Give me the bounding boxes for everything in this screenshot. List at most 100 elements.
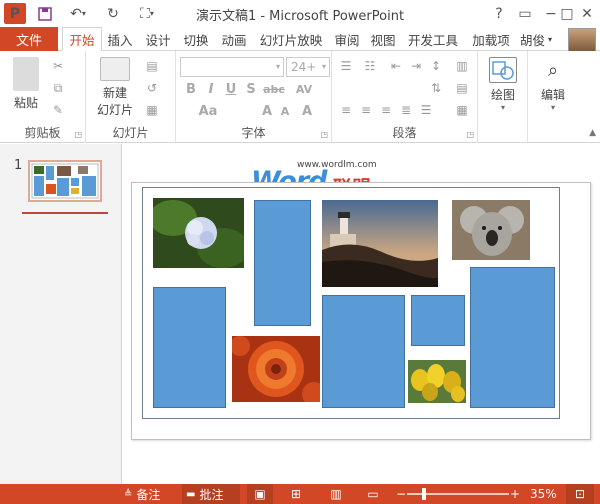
font-size-value: 24+ (291, 60, 317, 74)
ribbon-options-icon: ▭ (518, 5, 532, 22)
grow-font-button[interactable]: A (258, 103, 276, 121)
photo-chrysanthemum[interactable] (232, 336, 320, 402)
shadow-button[interactable]: S (242, 81, 260, 99)
align-right-icon[interactable]: ≡ (378, 103, 394, 117)
decrease-indent-icon[interactable]: ⇤ (388, 59, 404, 73)
character-spacing-button[interactable]: AV (292, 81, 316, 99)
bold-button[interactable]: B (182, 81, 200, 99)
reading-view-icon: ▥ (330, 487, 342, 501)
columns-icon[interactable]: ▥ (454, 59, 470, 73)
tab-addins[interactable]: 加载项 (468, 27, 514, 51)
editing-button[interactable]: ⌕ 编辑 ▾ (534, 57, 572, 113)
format-painter-icon[interactable]: ✎ (50, 103, 66, 117)
view-slideshow-button[interactable]: ▭ (362, 484, 384, 504)
tab-transitions[interactable]: 切换 (180, 27, 212, 51)
photo-hydrangea[interactable] (153, 198, 244, 268)
group-paragraph: ☰ ☷ ⇤ ⇥ ↕ ▥ ⇅ ▤ ≡ ≡ ≡ ≣ ☰ ▦ 段落 ◳ (332, 51, 478, 143)
group-font: ▾ 24+ ▾ B I U S abc AV Aa A A A 字体 ◳ (176, 51, 332, 143)
zoom-out-button[interactable]: − (395, 484, 407, 504)
picture-placeholder[interactable] (411, 295, 465, 346)
ribbon: 粘贴 ✂ ⧉ ✎ 剪贴板 ◳ 新建 幻灯片 ▤ ↺ ▦ 幻灯片 ▾ 24+ ▾ B… (0, 51, 600, 143)
align-left-icon[interactable]: ≡ (338, 103, 354, 117)
clear-formatting-button[interactable]: A (298, 103, 316, 121)
bullets-icon[interactable]: ☰ (338, 59, 354, 73)
photo-tulips[interactable] (408, 360, 466, 403)
layout-icon[interactable]: ▤ (144, 59, 160, 73)
picture-placeholder[interactable] (254, 200, 311, 326)
copy-icon[interactable]: ⧉ (50, 81, 66, 95)
photo-koala[interactable] (452, 200, 530, 260)
user-name-label: 胡俊 (520, 32, 546, 48)
notes-button[interactable]: ≜ 备注 (124, 484, 176, 504)
slide-edit-pane: www.wordlm.com Word 联盟 (123, 144, 600, 484)
window-title: 演示文稿1 - Microsoft PowerPoint (195, 9, 405, 24)
tab-view[interactable]: 视图 (368, 27, 398, 51)
tab-home[interactable]: 开始 (62, 27, 102, 52)
save-button[interactable] (34, 3, 56, 24)
font-launcher-icon[interactable]: ◳ (320, 130, 328, 139)
help-button[interactable]: ? (488, 3, 510, 24)
maximize-button[interactable]: □ (556, 3, 578, 24)
undo-button[interactable]: ↶ ▾ (64, 3, 92, 24)
fit-slide-button[interactable]: ⊡ (566, 484, 594, 504)
redo-button[interactable]: ↻ (102, 3, 124, 24)
user-account-name[interactable]: 胡俊 ▾ (520, 27, 552, 51)
align-center-icon[interactable]: ≡ (358, 103, 374, 117)
smartart-icon[interactable]: ▦ (454, 103, 470, 117)
font-size-combo[interactable]: 24+ ▾ (286, 57, 330, 77)
tab-file[interactable]: 文件 (0, 27, 58, 51)
avatar[interactable] (568, 28, 596, 52)
photo-lighthouse[interactable] (322, 200, 438, 287)
shrink-font-button[interactable]: A (276, 103, 294, 121)
line-spacing-icon[interactable]: ↕ (428, 59, 444, 73)
tab-insert[interactable]: 插入 (104, 27, 136, 51)
redo-icon: ↻ (107, 5, 119, 22)
paste-label: 粘贴 (13, 96, 38, 110)
powerpoint-logo-icon: P (4, 3, 26, 24)
notes-icon: ≜ (124, 488, 133, 500)
collapse-ribbon-icon[interactable]: ▲ (589, 128, 596, 138)
text-direction-icon[interactable]: ⇅ (428, 81, 444, 95)
paste-button[interactable]: 粘贴 (8, 57, 44, 111)
content-placeholder-frame[interactable] (142, 187, 560, 419)
underline-button[interactable]: U (222, 81, 240, 99)
group-label-clipboard: 剪贴板 (24, 126, 61, 140)
clipboard-launcher-icon[interactable]: ◳ (74, 130, 82, 139)
tab-design[interactable]: 设计 (142, 27, 174, 51)
drawing-button[interactable]: 绘图 ▾ (484, 57, 522, 112)
view-reading-button[interactable]: ▥ (325, 484, 347, 504)
font-name-combo[interactable]: ▾ (180, 57, 284, 77)
group-clipboard: 粘贴 ✂ ⧉ ✎ 剪贴板 ◳ (0, 51, 86, 143)
slide-canvas[interactable] (131, 182, 591, 440)
cut-icon[interactable]: ✂ (50, 59, 66, 73)
italic-button[interactable]: I (202, 81, 220, 99)
start-slideshow-button[interactable]: ⛶ ▾ (132, 3, 162, 24)
numbering-icon[interactable]: ☷ (362, 59, 378, 73)
reset-icon[interactable]: ↺ (144, 81, 160, 95)
picture-placeholder[interactable] (470, 267, 555, 408)
new-slide-button[interactable]: 新建 幻灯片 (90, 57, 140, 118)
close-button[interactable]: ✕ (576, 3, 598, 24)
paragraph-launcher-icon[interactable]: ◳ (466, 130, 474, 139)
increase-indent-icon[interactable]: ⇥ (408, 59, 424, 73)
comments-button[interactable]: ▬ 批注 (182, 484, 240, 504)
strikethrough-button[interactable]: abc (260, 81, 288, 99)
zoom-slider-thumb[interactable] (422, 488, 426, 500)
align-text-icon[interactable]: ▤ (454, 81, 470, 95)
justify-icon[interactable]: ≣ (398, 103, 414, 117)
tab-animations[interactable]: 动画 (218, 27, 250, 51)
distributed-icon[interactable]: ☰ (418, 103, 434, 117)
ribbon-display-options-button[interactable]: ▭ (514, 3, 536, 24)
tab-review[interactable]: 审阅 (332, 27, 362, 51)
change-case-button[interactable]: Aa (196, 103, 220, 121)
slide-thumbnail[interactable] (28, 160, 102, 202)
zoom-in-button[interactable]: + (509, 484, 521, 504)
section-icon[interactable]: ▦ (144, 103, 160, 117)
view-slide-sorter-button[interactable]: ⊞ (285, 484, 307, 504)
tab-slideshow[interactable]: 幻灯片放映 (256, 27, 326, 51)
tab-developer[interactable]: 开发工具 (404, 27, 462, 51)
picture-placeholder[interactable] (322, 295, 405, 408)
zoom-level[interactable]: 35% (530, 484, 560, 504)
view-normal-button[interactable]: ▣ (247, 484, 273, 504)
picture-placeholder[interactable] (153, 287, 226, 408)
